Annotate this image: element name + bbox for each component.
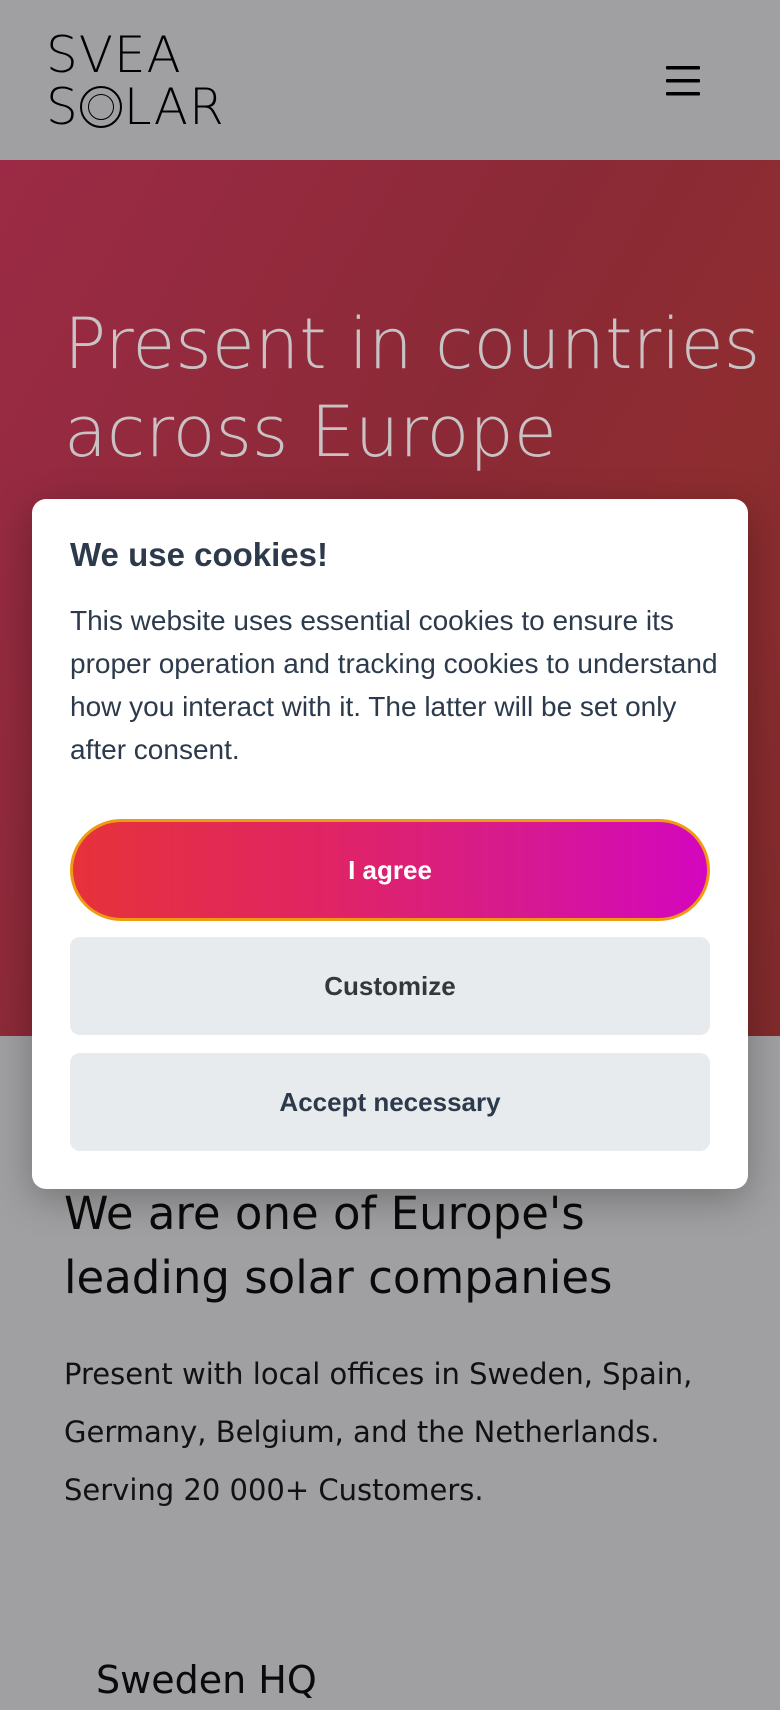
svea-solar-logo[interactable]: SVEA S LAR (46, 26, 236, 132)
cookie-dialog-text: This website uses essential cookies to e… (70, 605, 718, 765)
customize-button[interactable]: Customize (70, 937, 710, 1035)
hamburger-menu-button[interactable] (660, 58, 706, 104)
logo-text-s: S (46, 78, 79, 136)
hamburger-menu-icon (666, 66, 700, 96)
logo-text-line-2: S LAR (46, 82, 225, 132)
site-header: SVEA S LAR (0, 0, 780, 160)
hq-heading: Sweden HQ (96, 1658, 317, 1702)
logo-sun-icon (79, 86, 122, 128)
cookie-consent-dialog: We use cookies! This website uses essent… (32, 499, 748, 1189)
logo-text-line-1: SVEA (46, 26, 182, 84)
hero-title: Present in countries across Europe (64, 303, 761, 473)
about-heading: We are one of Europe's leading solar com… (64, 1187, 613, 1304)
cookie-dialog-title: We use cookies! (70, 536, 328, 573)
about-text: Present with local offices in Sweden, Sp… (64, 1357, 693, 1507)
logo-text-lar: LAR (123, 78, 225, 136)
agree-button[interactable]: I agree (70, 819, 710, 921)
accept-necessary-button[interactable]: Accept necessary (70, 1053, 710, 1151)
